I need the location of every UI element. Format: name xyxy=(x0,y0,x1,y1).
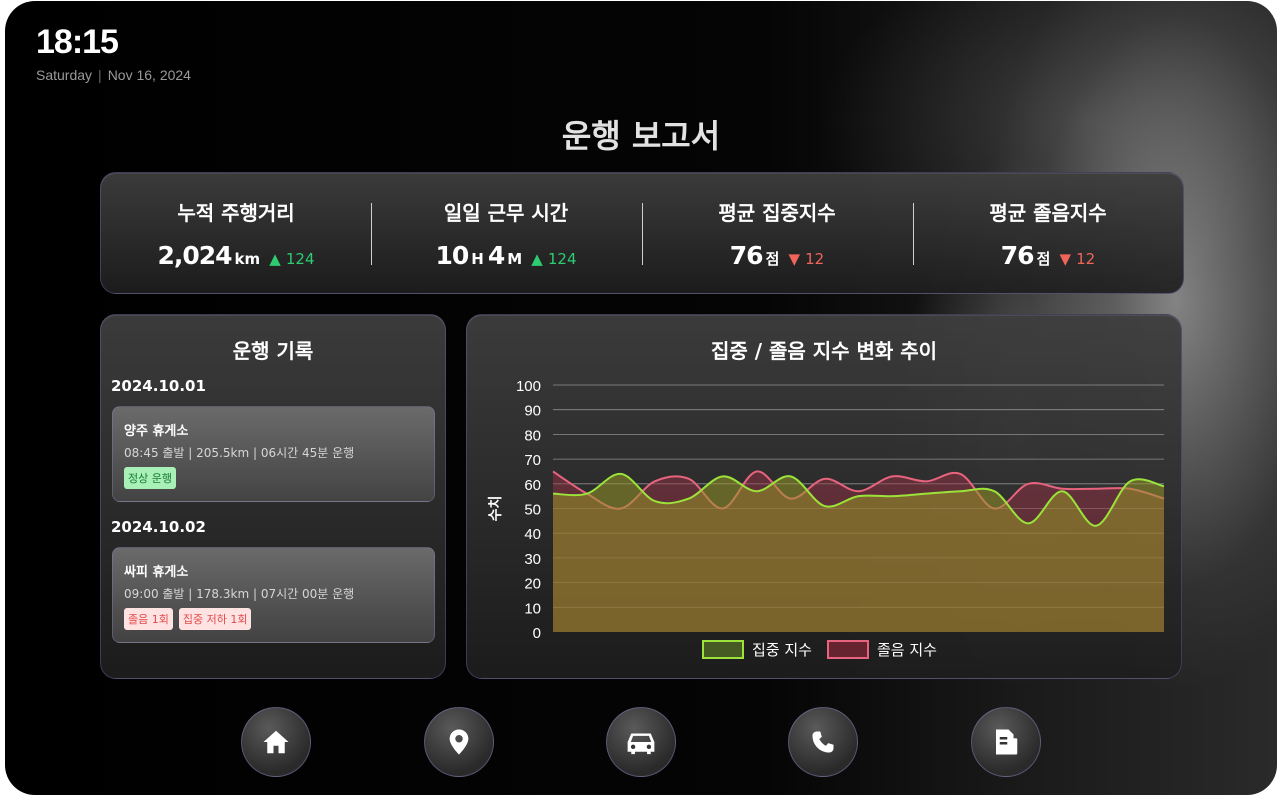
log-entry[interactable]: 양주 휴게소 08:45 출발 | 205.5km | 06시간 45분 운행 … xyxy=(112,406,435,502)
stat-value-row: 76 점 ▼ 12 xyxy=(642,241,912,270)
nav-car-button[interactable] xyxy=(606,707,676,777)
stat-delta: 124 xyxy=(547,250,577,268)
map-pin-icon xyxy=(449,729,469,755)
status-badge: 집중 저하 1회 xyxy=(178,608,252,630)
stat-hours: 10 xyxy=(435,241,469,270)
y-tick-label: 70 xyxy=(524,452,541,469)
stat-minutes-unit: M xyxy=(507,250,523,268)
page-title: 운행 보고서 xyxy=(561,117,721,155)
stat-delta: 12 xyxy=(1076,250,1096,268)
driving-log-panel: 운행 기록 2024.10.01 양주 휴게소 08:45 출발 | 205.5… xyxy=(100,314,446,679)
stat-hours-unit: H xyxy=(471,250,484,268)
status-badge: 정상 운행 xyxy=(124,467,176,489)
stat-unit: 점 xyxy=(765,250,780,268)
y-tick-label: 30 xyxy=(524,551,541,568)
y-tick-label: 10 xyxy=(524,600,541,617)
screen: 18:15 Saturday | Nov 16, 2024 운행 보고서 누적 주행… xyxy=(5,1,1277,795)
rest-area-name: 양주 휴게소 xyxy=(124,424,189,439)
log-date: 2024.10.01 xyxy=(111,377,206,395)
weekday: Saturday xyxy=(36,67,93,83)
legend-swatch xyxy=(702,640,744,659)
stat-label: 누적 주행거리 xyxy=(177,201,295,225)
date: Nov 16, 2024 xyxy=(107,67,191,83)
stat-value-row: 2,024 km ▲ 124 xyxy=(101,241,371,270)
document-icon xyxy=(996,729,1018,755)
log-date: 2024.10.02 xyxy=(111,518,206,536)
nav-phone-button[interactable] xyxy=(788,707,858,777)
trend-up-icon: ▲ xyxy=(269,250,281,268)
date-separator: | xyxy=(98,67,102,83)
status-tags: 정상 운행 xyxy=(124,467,182,489)
home-icon xyxy=(263,730,289,754)
log-entry[interactable]: 싸피 휴게소 09:00 출발 | 178.3km | 07시간 00분 운행 … xyxy=(112,547,435,643)
stat-value: 76 xyxy=(729,241,764,270)
y-tick-label: 80 xyxy=(524,427,541,444)
stat-label: 평균 졸음지수 xyxy=(989,201,1107,225)
stat-value-row: 10 H 4 M ▲ 124 xyxy=(371,241,641,270)
trend-down-icon: ▼ xyxy=(788,250,801,268)
trend-up-icon: ▲ xyxy=(531,250,543,268)
stat-minutes: 4 xyxy=(487,241,505,270)
trip-summary: 08:45 출발 | 205.5km | 06시간 45분 운행 xyxy=(124,446,355,460)
y-tick-label: 100 xyxy=(516,378,541,395)
stat-work-hours: 일일 근무 시간 10 H 4 M ▲ 124 xyxy=(371,173,641,293)
stat-label: 평균 집중지수 xyxy=(718,201,836,225)
nav-location-button[interactable] xyxy=(424,707,494,777)
phone-icon xyxy=(812,731,834,753)
y-tick-label: 60 xyxy=(524,477,541,494)
y-tick-label: 40 xyxy=(524,526,541,543)
stats-panel: 누적 주행거리 2,024 km ▲ 124 일일 근무 시간 10 H 4 M ▲ 1… xyxy=(100,172,1184,294)
stat-value-row: 76 점 ▼ 12 xyxy=(913,241,1183,270)
stat-label: 일일 근무 시간 xyxy=(443,201,569,225)
stat-value: 76 xyxy=(1000,241,1035,270)
legend-label: 집중 지수 xyxy=(752,641,812,659)
y-tick-label: 90 xyxy=(524,403,541,420)
trend-chart: 0 10 20 30 40 50 60 70 80 90 100 수치집중 지수 졸음 지수 xyxy=(488,378,1165,659)
y-tick-label: 20 xyxy=(524,576,541,593)
stat-avg-focus: 평균 집중지수 76 점 ▼ 12 xyxy=(642,173,912,293)
panel-title: 운행 기록 xyxy=(232,339,314,363)
nav-home-button[interactable] xyxy=(241,707,311,777)
stat-delta: 124 xyxy=(285,250,315,268)
trend-chart-panel: 집중 / 졸음 지수 변화 추이 0 10 20 30 40 50 60 70 80 90 100 수… xyxy=(466,314,1182,679)
legend-label: 졸음 지수 xyxy=(877,641,937,659)
y-tick-label: 0 xyxy=(533,625,541,642)
status-tags: 졸음 1회 집중 저하 1회 xyxy=(124,608,257,630)
nav-report-button[interactable] xyxy=(971,707,1041,777)
stat-unit: 점 xyxy=(1036,250,1051,268)
car-icon xyxy=(627,733,655,755)
trend-down-icon: ▼ xyxy=(1059,250,1072,268)
y-axis-label: 수치 xyxy=(488,496,504,522)
clock: 18:15 xyxy=(36,23,119,61)
status-badge: 졸음 1회 xyxy=(124,608,173,630)
rest-area-name: 싸피 휴게소 xyxy=(124,565,189,580)
trip-summary: 09:00 출발 | 178.3km | 07시간 00분 운행 xyxy=(124,587,355,601)
legend-swatch xyxy=(827,640,869,659)
date-line: Saturday | Nov 16, 2024 xyxy=(36,67,191,83)
y-tick-label: 50 xyxy=(524,502,541,519)
stat-total-distance: 누적 주행거리 2,024 km ▲ 124 xyxy=(101,173,371,293)
stat-unit: km xyxy=(234,250,261,268)
stat-avg-drowsiness: 평균 졸음지수 76 점 ▼ 12 xyxy=(913,173,1183,293)
stat-delta: 12 xyxy=(805,250,825,268)
stat-value: 2,024 xyxy=(157,241,232,270)
